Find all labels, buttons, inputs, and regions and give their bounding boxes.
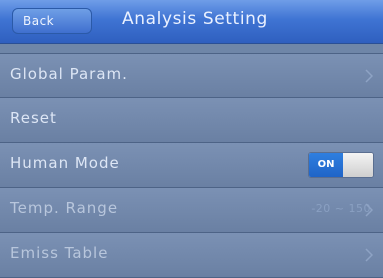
row-human-mode: Human Mode ON	[0, 143, 383, 188]
chevron-right-icon	[365, 203, 373, 217]
page-title: Analysis Setting	[122, 9, 268, 29]
row-label: Global Param.	[10, 65, 128, 83]
human-mode-toggle[interactable]: ON	[308, 152, 374, 178]
row-label: Human Mode	[10, 154, 120, 172]
row-label: Temp. Range	[10, 199, 119, 217]
settings-list: Global Param. Reset Human Mode ON Temp. …	[0, 53, 383, 278]
row-temp-range[interactable]: Temp. Range -20 ~ 150	[0, 188, 383, 233]
toggle-knob	[343, 153, 373, 177]
back-button[interactable]: Back	[12, 8, 92, 34]
toggle-on-label: ON	[309, 153, 343, 177]
row-label: Reset	[10, 109, 57, 127]
chevron-right-icon	[365, 69, 373, 83]
row-emiss-table[interactable]: Emiss Table	[0, 233, 383, 278]
chevron-right-icon	[365, 248, 373, 262]
row-label: Emiss Table	[10, 244, 109, 262]
navigation-bar: Back Analysis Setting	[0, 0, 383, 44]
temp-range-value: -20 ~ 150	[311, 202, 371, 215]
row-global-param[interactable]: Global Param.	[0, 53, 383, 98]
row-reset[interactable]: Reset	[0, 98, 383, 143]
